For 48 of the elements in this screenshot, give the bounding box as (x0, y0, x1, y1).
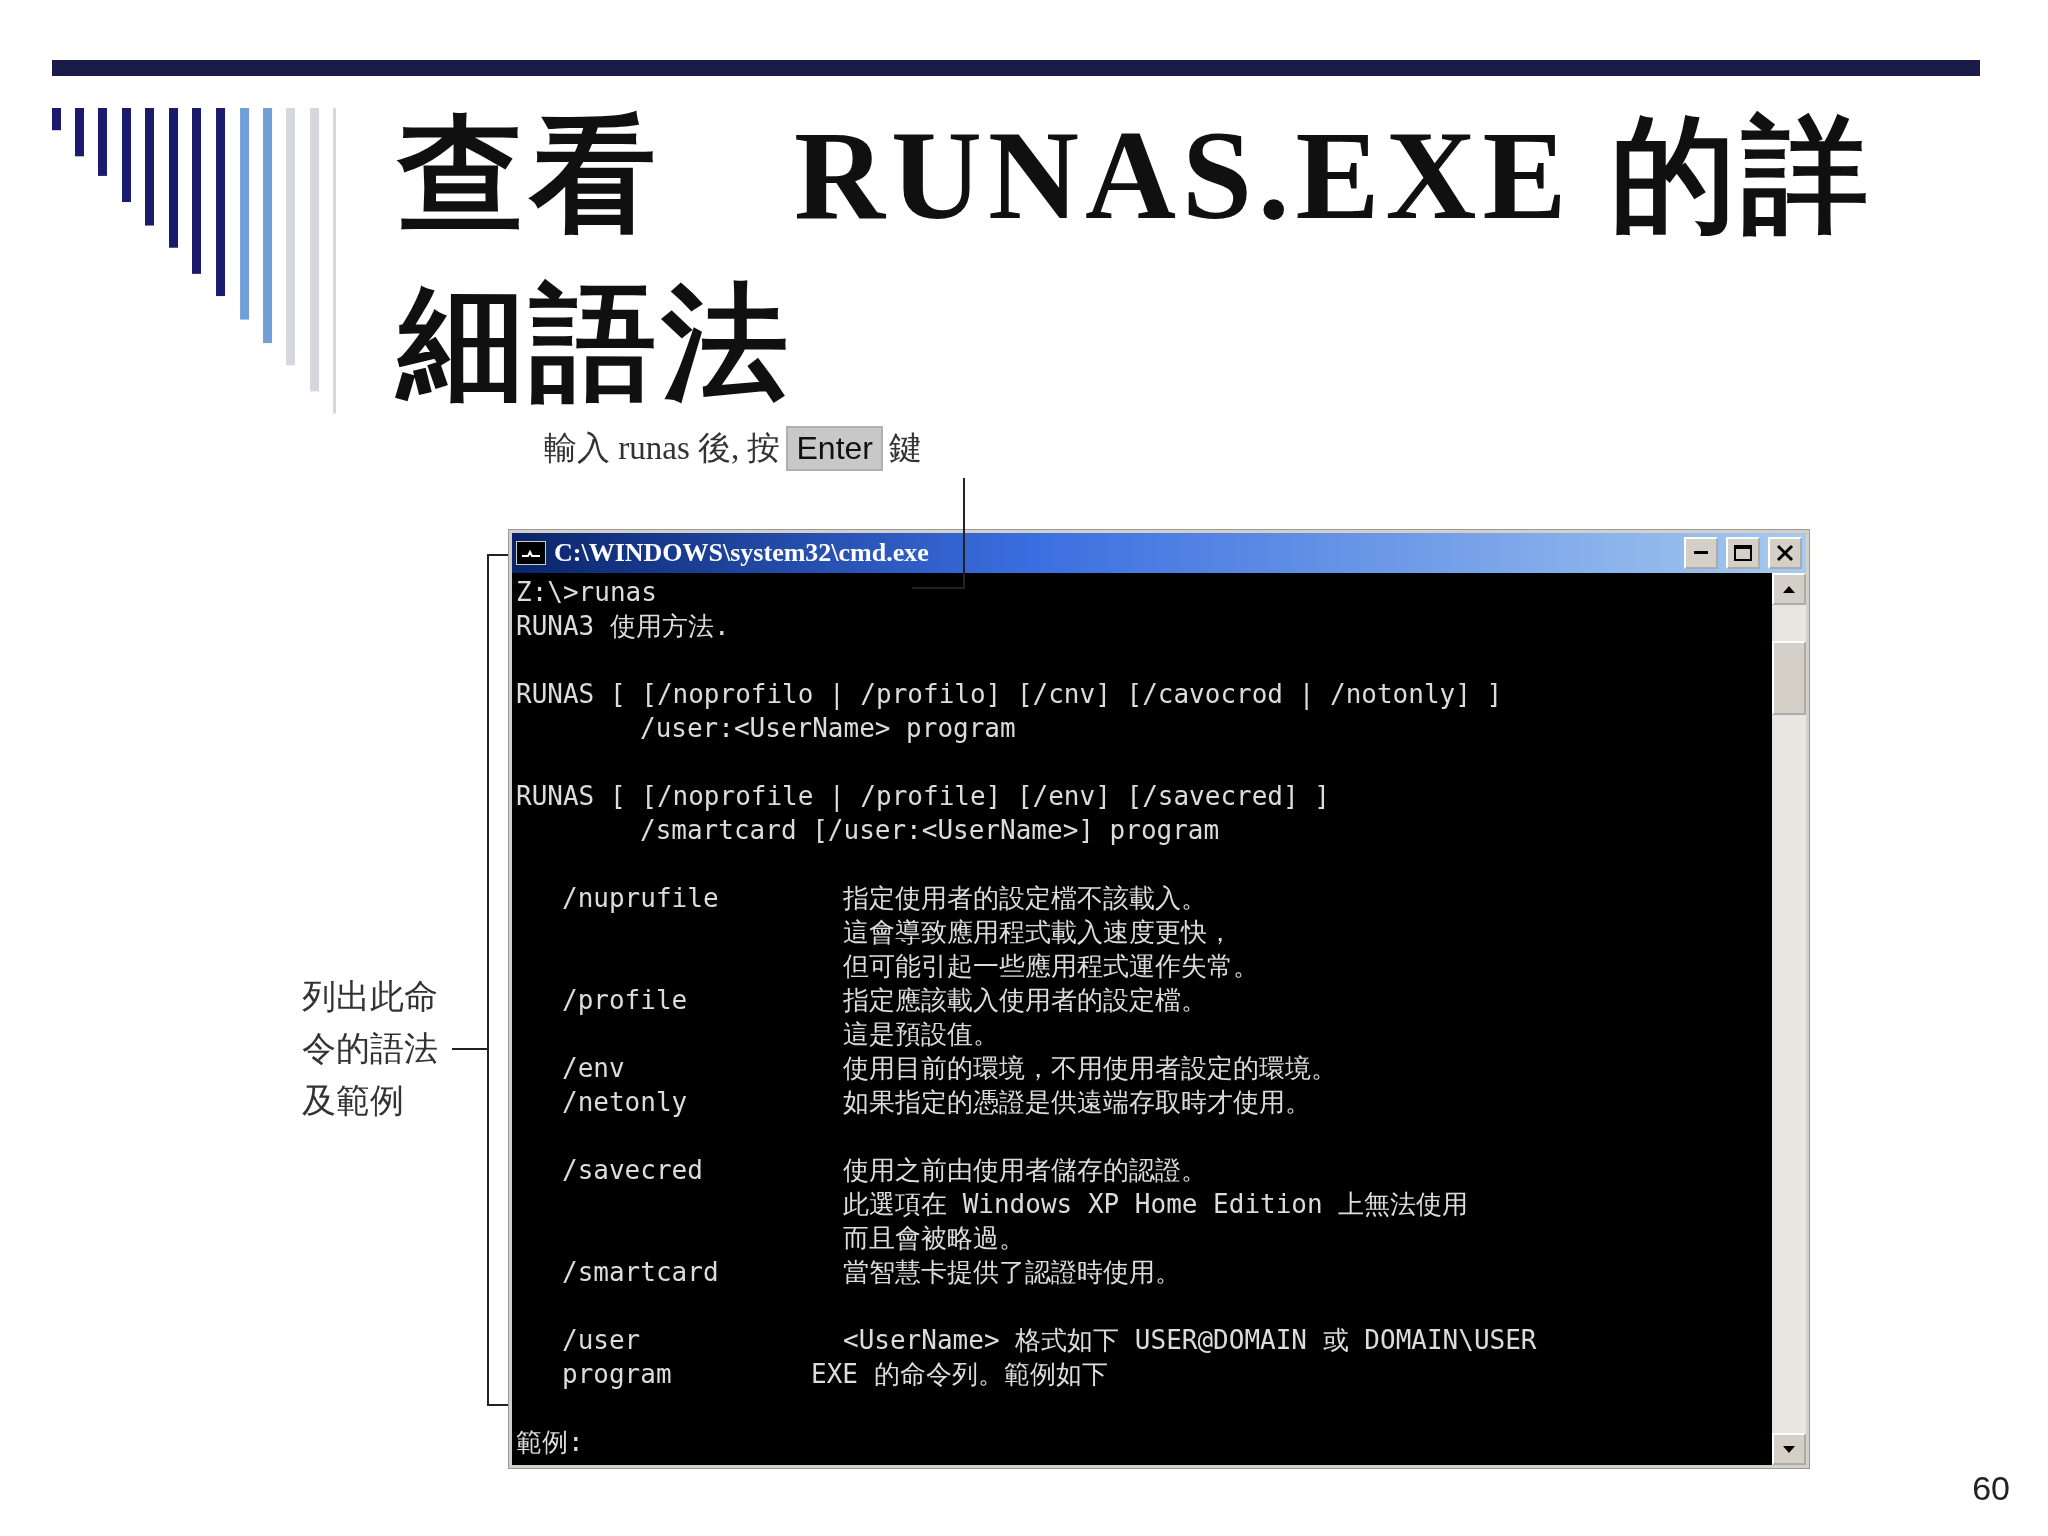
terminal-text: Z:\>runas (516, 576, 657, 609)
scroll-thumb[interactable] (1772, 641, 1806, 715)
scroll-up-button[interactable] (1772, 573, 1806, 605)
option-description: 使用目前的環境，不用使用者設定的環境。 (843, 1052, 1337, 1085)
option-name: /nuprufile (562, 882, 720, 915)
window-title: C:\WINDOWS\system32\cmd.exe (554, 538, 930, 568)
close-icon (1776, 544, 1794, 562)
option-description: 使用之前由使用者儲存的認證。 (843, 1154, 1207, 1187)
option-name: /netonly (562, 1086, 689, 1119)
enter-key: Enter (786, 425, 883, 471)
option-description: <UserName> 格式如下 USER@DOMAIN 或 DOMAIN\USER (843, 1324, 1537, 1357)
option-name: /user (562, 1324, 642, 1357)
console-icon (516, 541, 546, 565)
option-name: /smartcard (562, 1256, 720, 1289)
option-name: program (562, 1358, 673, 1391)
option-description: 指定應該載入使用者的設定檔。 (843, 984, 1207, 1017)
up-arrow-icon (1783, 585, 1795, 593)
option-description: 而且會被略過。 (843, 1222, 1025, 1255)
option-description: EXE 的命令列。範例如下 (811, 1358, 1108, 1391)
page-number: 60 (1972, 1469, 2010, 1508)
terminal-text: 範例: (516, 1426, 584, 1459)
scrollbar[interactable] (1772, 573, 1806, 1465)
option-description: 如果指定的憑證是供遠端存取時才使用。 (843, 1086, 1311, 1119)
terminal-text: RUNA3 使用方法. (516, 610, 730, 643)
option-description: 但可能引起一些應用程式運作失常。 (843, 950, 1259, 983)
terminal-text: /user:<UserName> program (640, 712, 1016, 745)
option-description: 這是預設值。 (843, 1018, 999, 1051)
terminal-text: RUNAS [ [/noprofile | /profile] [/env] [/savecred] ] (516, 780, 1330, 813)
annotation-text: 輸入 runas 後, 按 (544, 428, 781, 468)
option-name: /profile (562, 984, 689, 1017)
maximize-button[interactable] (1726, 537, 1760, 569)
option-description: 此選項在 Windows XP Home Edition 上無法使用 (843, 1188, 1469, 1221)
minimize-button[interactable] (1684, 537, 1718, 569)
option-description: 當智慧卡提供了認證時使用。 (843, 1256, 1181, 1289)
scroll-down-button[interactable] (1772, 1433, 1806, 1465)
leader-line (452, 1048, 487, 1050)
maximize-icon (1734, 545, 1752, 561)
close-button[interactable] (1768, 537, 1802, 569)
terminal-text: RUNAS [ [/noprofilo | /profilo] [/cnv] [/cavocrod | /notonly] ] (516, 678, 1503, 711)
annotation-text: 鍵 (888, 428, 922, 468)
annotation-text: 列出此命令的語法及範例 (302, 977, 439, 1121)
minimize-icon (1694, 551, 1708, 555)
down-arrow-icon (1783, 1445, 1795, 1453)
option-description: 指定使用者的設定檔不該載入。 (843, 882, 1207, 915)
option-description: 這會導致應用程式載入速度更快， (843, 916, 1233, 949)
option-name: /env (562, 1052, 626, 1085)
option-name: /savecred (562, 1154, 704, 1187)
terminal-text: /smartcard [/user:<UserName>] program (640, 814, 1220, 847)
